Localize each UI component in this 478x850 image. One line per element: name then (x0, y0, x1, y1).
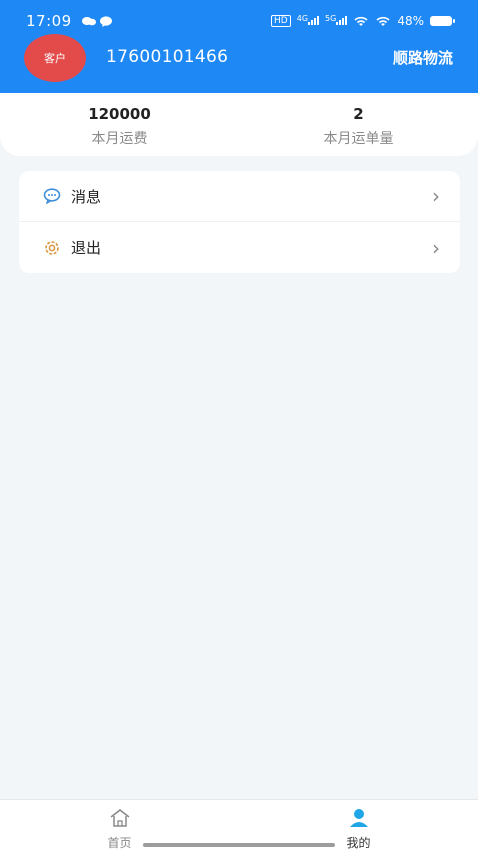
signal-5g-icon: 5G (325, 14, 348, 28)
battery-percent: 48% (397, 14, 424, 28)
user-phone: 17600101466 (106, 47, 229, 67)
signal-4g-icon: 4G (297, 14, 320, 28)
home-icon (109, 808, 131, 832)
wifi-icon-2 (376, 16, 390, 26)
menu-item-messages[interactable]: 消息 › (19, 171, 460, 222)
home-indicator[interactable] (143, 843, 335, 847)
stat-freight: 120000 本月运费 (0, 93, 239, 156)
stat-label: 本月运单量 (323, 131, 394, 147)
chevron-right-icon: › (432, 235, 440, 260)
gear-icon (43, 239, 61, 257)
tab-label: 首页 (107, 836, 132, 850)
menu-item-label: 退出 (71, 239, 102, 257)
monthly-stats: 120000 本月运费 2 本月运单量 (0, 93, 478, 156)
stat-value: 120000 (88, 105, 151, 123)
stat-label: 本月运费 (91, 131, 148, 147)
status-right: HD 4G 5G 48% (271, 14, 455, 28)
status-bar: 17:09 HD 4G 5G 48% (0, 8, 478, 34)
notification-icons (81, 15, 112, 27)
hd-icon: HD (271, 15, 291, 27)
chat-bubble-icon (99, 15, 112, 27)
menu-item-label: 消息 (71, 187, 102, 206)
stat-value: 2 (353, 105, 364, 123)
battery-icon (430, 16, 455, 26)
menu-item-logout[interactable]: 退出 › (19, 222, 460, 273)
avatar-label: 客户 (44, 52, 66, 65)
tab-label: 我的 (346, 836, 371, 850)
chevron-right-icon: › (432, 184, 440, 208)
user-icon (348, 808, 370, 832)
wifi-icon (354, 16, 368, 26)
message-icon (43, 187, 61, 205)
wechat-icon (81, 17, 96, 26)
company-name: 顺路物流 (392, 49, 453, 67)
settings-menu: 消息 › 退出 › (19, 171, 460, 273)
profile-header: 17:09 HD 4G 5G 48% 客户 17600101466 顺路物流 (0, 0, 478, 93)
status-time: 17:09 (26, 12, 72, 30)
stat-waybill-count: 2 本月运单量 (239, 93, 478, 156)
avatar[interactable]: 客户 (24, 34, 86, 82)
